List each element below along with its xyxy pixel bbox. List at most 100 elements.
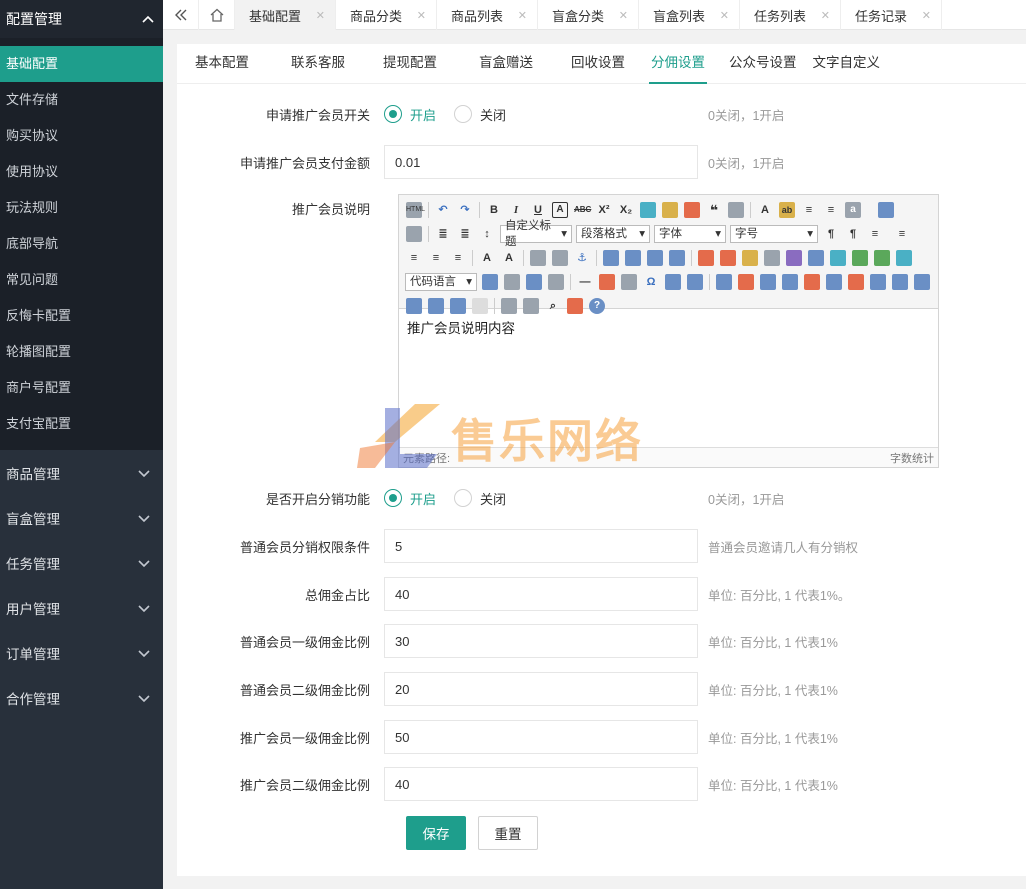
sidebar-section-config[interactable]: 配置管理 (0, 0, 163, 38)
radio-apply-off[interactable]: 关闭 (454, 105, 506, 124)
sidebar-item-merchant[interactable]: 商户号配置 (0, 370, 163, 406)
line-height-icon[interactable]: ↕ (479, 226, 495, 242)
insert-table-icon[interactable] (716, 274, 732, 290)
close-icon[interactable]: ✕ (316, 9, 325, 22)
delete-row-icon[interactable] (804, 274, 820, 290)
font-size-select[interactable]: 字号 ▾ (730, 225, 818, 243)
redo-icon[interactable]: ↷ (457, 202, 473, 218)
snapscreen-icon[interactable] (665, 274, 681, 290)
find-replace-icon[interactable]: ⌕ (545, 298, 561, 314)
insert-frame-icon[interactable] (504, 274, 520, 290)
charts-icon[interactable] (472, 298, 488, 314)
radio-distribution-on[interactable]: 开启 (384, 489, 436, 508)
align-right-icon[interactable]: ≡ (428, 250, 444, 266)
image-none-icon[interactable] (603, 250, 619, 266)
preview-icon[interactable] (878, 202, 894, 218)
template-icon[interactable] (526, 274, 542, 290)
align-justify-icon[interactable]: ≡ (450, 250, 466, 266)
image-right-icon[interactable] (647, 250, 663, 266)
tab-blindbox-list[interactable]: 盲盒列表 ✕ (639, 0, 740, 30)
subtab-official-account[interactable]: 公众号设置 (725, 44, 801, 84)
merge-cells-icon[interactable] (870, 274, 886, 290)
sidebar-item-carousel[interactable]: 轮播图配置 (0, 334, 163, 370)
case-upper-icon[interactable]: A (479, 250, 495, 266)
tab-goods-category[interactable]: 商品分类 ✕ (336, 0, 437, 30)
bold-icon[interactable]: B (486, 202, 502, 218)
total-ratio-input[interactable] (384, 577, 698, 611)
delete-table-icon[interactable] (738, 274, 754, 290)
tab-scroll-left-button[interactable] (163, 0, 199, 30)
italic-icon[interactable]: I (508, 202, 524, 218)
unordered-list-icon[interactable]: ≡ (823, 202, 839, 218)
font-border-icon[interactable]: A (552, 202, 568, 218)
format-brush-icon[interactable] (662, 202, 678, 218)
row-spacing-bottom-icon[interactable]: ≣ (457, 226, 473, 242)
paste-plain-icon[interactable] (728, 202, 744, 218)
align-left-icon[interactable]: ≡ (894, 226, 910, 242)
special-char-icon[interactable]: Ω (643, 274, 659, 290)
iframe-icon[interactable] (896, 250, 912, 266)
sidebar-item-alipay[interactable]: 支付宝配置 (0, 406, 163, 442)
print-icon[interactable] (501, 298, 517, 314)
close-icon[interactable]: ✕ (417, 9, 426, 22)
align-center-icon[interactable]: ≡ (406, 250, 422, 266)
row-spacing-top-icon[interactable]: ≣ (435, 226, 451, 242)
emotion-icon[interactable] (742, 250, 758, 266)
subscript-icon[interactable]: X₂ (618, 202, 634, 218)
time-icon[interactable] (621, 274, 637, 290)
horizontal-rule-icon[interactable]: — (577, 274, 593, 290)
auto-format-icon[interactable] (684, 202, 700, 218)
undo-icon[interactable]: ↶ (435, 202, 451, 218)
music-icon[interactable] (808, 250, 824, 266)
insert-row-icon[interactable] (782, 274, 798, 290)
paragraph-select[interactable]: 段落格式 ▾ (576, 225, 650, 243)
gmap-icon[interactable] (874, 250, 890, 266)
sidebar-item-faq[interactable]: 常见问题 (0, 262, 163, 298)
font-family-select[interactable]: 字体 ▾ (654, 225, 726, 243)
search-icon[interactable] (523, 298, 539, 314)
close-icon[interactable]: ✕ (619, 9, 628, 22)
highlight-icon[interactable]: ab (779, 202, 795, 218)
sidebar-item-basic-config[interactable]: 基础配置 (0, 46, 163, 82)
tab-task-list[interactable]: 任务列表 ✕ (740, 0, 841, 30)
eraser-icon[interactable] (640, 202, 656, 218)
heading-select[interactable]: 自定义标题 ▾ (500, 220, 572, 248)
superscript-icon[interactable]: X² (596, 202, 612, 218)
map-icon[interactable] (852, 250, 868, 266)
sidebar-item-regret-card[interactable]: 反悔卡配置 (0, 298, 163, 334)
insert-col-icon[interactable] (826, 274, 842, 290)
subtab-recycle[interactable]: 回收设置 (557, 44, 639, 84)
image-center-icon[interactable] (669, 250, 685, 266)
subtab-commission[interactable]: 分佣设置 (649, 44, 707, 84)
merge-down-icon[interactable] (914, 274, 930, 290)
help-icon[interactable]: ? (589, 298, 605, 314)
multi-image-icon[interactable] (720, 250, 736, 266)
tab-goods-list[interactable]: 商品列表 ✕ (437, 0, 538, 30)
normal-level2-input[interactable] (384, 672, 698, 706)
blockquote-icon[interactable]: ❝ (706, 202, 722, 218)
save-button[interactable]: 保存 (406, 816, 466, 850)
close-icon[interactable]: ✕ (821, 9, 830, 22)
normal-level1-input[interactable] (384, 624, 698, 658)
radio-distribution-off[interactable]: 关闭 (454, 489, 506, 508)
split-cells-icon[interactable] (406, 298, 422, 314)
word-image-icon[interactable] (687, 274, 703, 290)
subtab-text-custom[interactable]: 文字自定义 (809, 44, 885, 84)
sidebar-item-bottom-nav[interactable]: 底部导航 (0, 226, 163, 262)
promo-level1-input[interactable] (384, 720, 698, 754)
ordered-list-icon[interactable]: ≡ (801, 202, 817, 218)
insert-image-icon[interactable] (698, 250, 714, 266)
page-break-icon[interactable] (482, 274, 498, 290)
tab-blindbox-category[interactable]: 盲盒分类 ✕ (538, 0, 639, 30)
sidebar-item-game-rules[interactable]: 玩法规则 (0, 190, 163, 226)
html-source-icon[interactable]: HTML (406, 202, 425, 218)
case-lower-icon[interactable]: A (501, 250, 517, 266)
drafts-icon[interactable] (567, 298, 583, 314)
background-icon[interactable] (548, 274, 564, 290)
sidebar-group-task[interactable]: 任务管理 (0, 540, 163, 585)
code-language-select[interactable]: 代码语言 ▾ (405, 273, 477, 291)
apply-amount-input[interactable] (384, 145, 698, 179)
sidebar-group-goods[interactable]: 商品管理 (0, 450, 163, 495)
radio-apply-on[interactable]: 开启 (384, 105, 436, 124)
delete-col-icon[interactable] (848, 274, 864, 290)
